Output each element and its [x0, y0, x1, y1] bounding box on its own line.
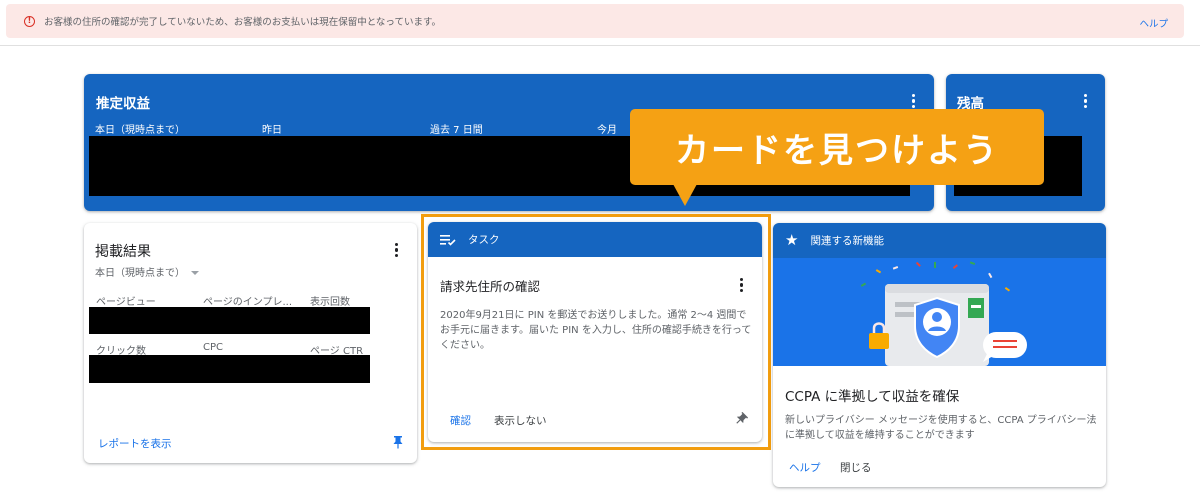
pin-icon[interactable]: [393, 435, 403, 449]
new-features-description: 新しいプライバシー メッセージを使用すると、CCPA プライバシー法に準拠して収…: [785, 415, 1097, 441]
metric-page-impressions: ページのインプレ...: [203, 297, 293, 308]
alert-message: お客様の住所の確認が完了していないため、お客様のお支払いは現在保留中となっていま…: [44, 17, 442, 28]
privacy-illustration: [773, 258, 1106, 366]
task-title: 請求先住所の確認: [440, 279, 541, 294]
metric-page-views: ページビュー: [96, 297, 156, 308]
new-features-card: ★ 関連する新機能 CCPA に準拠して収益を確保 新しいプライバシー メッセー…: [773, 223, 1106, 487]
task-header: タスク: [428, 222, 762, 257]
metrics-row1-redacted: [89, 307, 370, 334]
star-icon: ★: [785, 231, 799, 249]
period-dropdown[interactable]: 本日（現時点まで）: [95, 264, 199, 279]
earnings-col-last7: 過去 7 日間: [430, 125, 483, 136]
new-features-header: ★ 関連する新機能: [773, 223, 1106, 258]
new-features-help-button[interactable]: ヘルプ: [789, 460, 821, 475]
performance-more-icon[interactable]: [395, 243, 399, 258]
new-features-close-button[interactable]: 閉じる: [840, 460, 872, 475]
task-card: タスク 請求先住所の確認 2020年9月21日に PIN を郵送でお送りしました…: [428, 222, 762, 442]
performance-card: 掲載結果 本日（現時点まで） ページビュー ページのインプレ... 表示回数 ク…: [84, 223, 417, 463]
new-features-title: CCPA に準拠して収益を確保: [785, 389, 960, 405]
metric-impressions: 表示回数: [310, 297, 350, 308]
error-icon: !: [24, 15, 35, 27]
confirm-button[interactable]: 確認: [450, 413, 471, 428]
balance-more-icon[interactable]: [1084, 94, 1088, 109]
task-more-icon[interactable]: [740, 278, 744, 293]
earnings-more-icon[interactable]: [912, 94, 916, 109]
earnings-col-yesterday: 昨日: [262, 125, 282, 136]
task-list-icon: [440, 234, 456, 246]
performance-title: 掲載結果: [95, 244, 151, 260]
earnings-col-today: 本日（現時点まで）: [95, 125, 185, 136]
period-label: 本日（現時点まで）: [95, 268, 185, 279]
dropdown-arrow-icon: [191, 271, 199, 275]
new-features-header-label: 関連する新機能: [810, 235, 884, 247]
task-description: 2020年9月21日に PIN を郵送でお送りしました。通常 2～4 週間でお手…: [440, 310, 752, 351]
callout-pointer: [673, 184, 697, 206]
view-report-link[interactable]: レポートを表示: [98, 436, 172, 451]
find-card-callout: カードを見つけよう: [630, 109, 1044, 185]
payment-hold-alert: ! お客様の住所の確認が完了していないため、お客様のお支払いは現在保留中となって…: [6, 4, 1184, 38]
dismiss-button[interactable]: 表示しない: [494, 413, 547, 428]
earnings-col-month: 今月: [597, 125, 617, 136]
task-header-label: タスク: [468, 234, 500, 246]
header-divider: [0, 45, 1200, 46]
metric-cpc: CPC: [203, 342, 223, 353]
alert-help-link[interactable]: ヘルプ: [1139, 16, 1168, 30]
pin-icon[interactable]: [734, 412, 748, 426]
metrics-row2-redacted: [89, 355, 370, 383]
earnings-title: 推定収益: [96, 96, 150, 112]
